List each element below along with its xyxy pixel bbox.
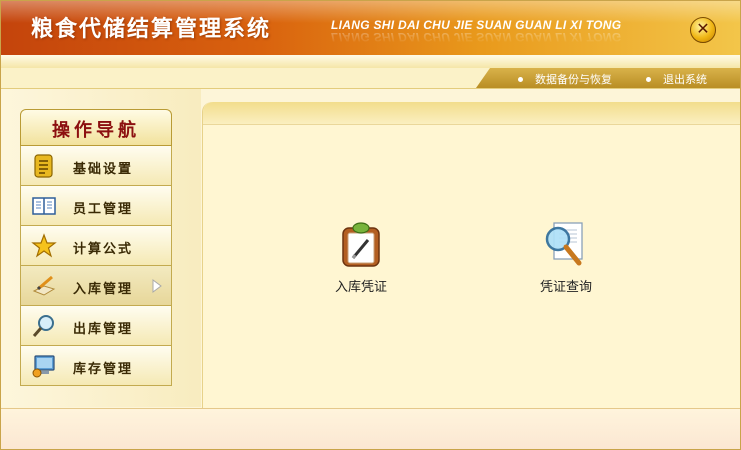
- main-panel: 入库凭证 凭证查询: [202, 102, 740, 408]
- nav-item-outbound[interactable]: 出库管理: [20, 306, 172, 346]
- tile-voucher-query[interactable]: 凭证查询: [521, 220, 611, 295]
- nav-item-inbound[interactable]: 入库管理: [20, 266, 172, 306]
- title-banner: 粮食代储结算管理系统 LIANG SHI DAI CHU JIE SUAN GU…: [1, 1, 740, 55]
- computer-icon: [32, 355, 55, 378]
- bullet-icon: [518, 76, 523, 82]
- nav-list: 基础设置 员工管理 计算公式 入库管理 出库管理 库存管理: [20, 146, 172, 386]
- main-panel-header: [203, 102, 740, 125]
- nav-item-label: 入库管理: [73, 282, 134, 297]
- close-icon: ✕: [696, 19, 710, 38]
- footer-bar: [1, 408, 740, 449]
- document-search-icon: [545, 222, 583, 266]
- tile-inbound-voucher[interactable]: 入库凭证: [316, 220, 406, 295]
- nav-item-formula[interactable]: 计算公式: [20, 226, 172, 266]
- backup-restore-label: 数据备份与恢复: [535, 73, 612, 86]
- book-icon: [32, 197, 56, 215]
- nav-item-label: 计算公式: [73, 242, 134, 257]
- nav-item-label: 库存管理: [73, 362, 134, 377]
- app-title: 粮食代储结算管理系统: [31, 17, 272, 42]
- nav-item-staff[interactable]: 员工管理: [20, 186, 172, 226]
- banner-strip: [1, 55, 740, 68]
- notepad-icon: [34, 154, 53, 178]
- top-toolbar: 数据备份与恢复 退出系统: [1, 68, 740, 89]
- magnifier-icon: [32, 315, 54, 337]
- nav-item-inventory[interactable]: 库存管理: [20, 346, 172, 386]
- app-window: 粮食代储结算管理系统 LIANG SHI DAI CHU JIE SUAN GU…: [0, 0, 741, 450]
- nav-item-basic-settings[interactable]: 基础设置: [20, 146, 172, 186]
- chevron-right-icon: [152, 279, 162, 293]
- pencil-icon: [32, 275, 56, 296]
- nav-item-label: 出库管理: [73, 322, 134, 337]
- clipboard-pen-icon: [342, 222, 380, 267]
- app-pinyin-reflection: LIANG SHI DAI CHU JIE SUAN GUAN LI XI TO…: [331, 30, 622, 44]
- tile-label: 入库凭证: [334, 280, 387, 295]
- nav-item-label: 基础设置: [73, 162, 134, 177]
- close-button[interactable]: ✕: [690, 17, 716, 43]
- star-icon: [31, 233, 57, 258]
- exit-system-label: 退出系统: [663, 73, 707, 86]
- tile-label: 凭证查询: [539, 280, 592, 295]
- bullet-icon: [646, 76, 651, 82]
- nav-header-title: 操作导航: [52, 120, 140, 141]
- nav-header: 操作导航: [20, 109, 172, 146]
- exit-system-link[interactable]: 退出系统: [646, 71, 707, 87]
- nav-item-label: 员工管理: [73, 202, 134, 217]
- backup-restore-link[interactable]: 数据备份与恢复: [518, 71, 612, 87]
